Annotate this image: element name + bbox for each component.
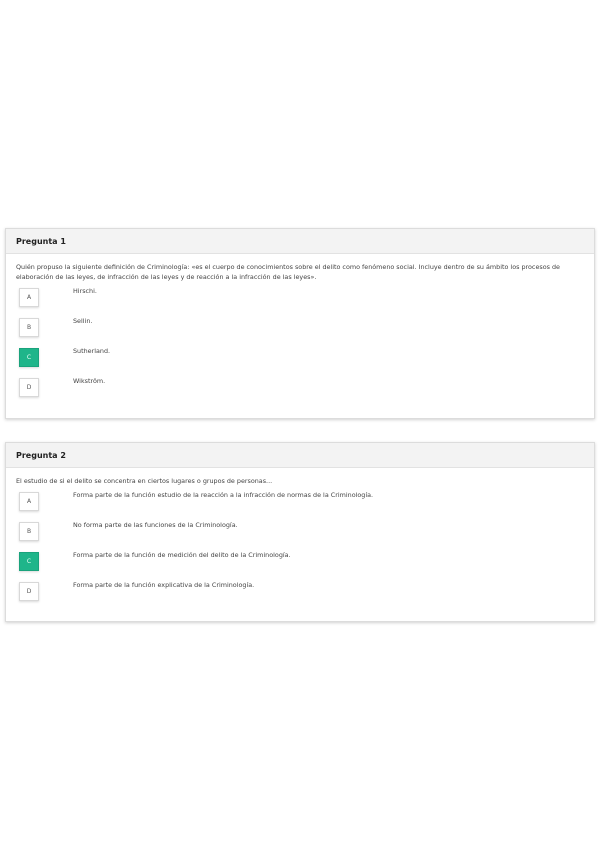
answer-option-a[interactable]: A Hirschi. [16, 286, 584, 316]
answer-letter-button[interactable]: B [19, 522, 39, 541]
answer-label: Forma parte de la función explicativa de… [73, 581, 255, 589]
answer-option-c[interactable]: C Forma parte de la función de medición … [16, 550, 584, 580]
answer-label: No forma parte de las funciones de la Cr… [73, 521, 238, 529]
answer-option-d[interactable]: D Wikström. [16, 376, 584, 406]
question-card-2: Pregunta 2 El estudio de si el delito se… [5, 442, 595, 622]
answer-letter-button[interactable]: B [19, 318, 39, 337]
question-title: Pregunta 2 [6, 443, 594, 468]
answer-label: Hirschi. [73, 287, 97, 295]
question-text: El estudio de si el delito se concentra … [16, 477, 273, 485]
answer-option-b[interactable]: B No forma parte de las funciones de la … [16, 520, 584, 550]
answer-label: Forma parte de la función estudio de la … [73, 491, 374, 499]
answer-label: Sellin. [73, 317, 93, 325]
answer-option-d[interactable]: D Forma parte de la función explicativa … [16, 580, 584, 610]
answer-options: A Hirschi. B Sellin. C Sutherland. D Wik… [6, 286, 594, 406]
question-title: Pregunta 1 [6, 229, 594, 254]
question-text: Quién propuso la siguiente definición de… [16, 263, 560, 281]
answer-letter-button[interactable]: A [19, 288, 39, 307]
answer-label: Sutherland. [73, 347, 111, 355]
answer-letter-button-selected[interactable]: C [19, 348, 39, 367]
answer-option-c[interactable]: C Sutherland. [16, 346, 584, 376]
question-card-1: Pregunta 1 Quién propuso la siguiente de… [5, 228, 595, 419]
answer-options: A Forma parte de la función estudio de l… [6, 490, 594, 610]
answer-option-b[interactable]: B Sellin. [16, 316, 584, 346]
answer-label: Wikström. [73, 377, 106, 385]
answer-letter-button[interactable]: A [19, 492, 39, 511]
answer-letter-button-selected[interactable]: C [19, 552, 39, 571]
answer-letter-button[interactable]: D [19, 378, 39, 397]
answer-letter-button[interactable]: D [19, 582, 39, 601]
answer-label: Forma parte de la función de medición de… [73, 551, 291, 559]
answer-option-a[interactable]: A Forma parte de la función estudio de l… [16, 490, 584, 520]
